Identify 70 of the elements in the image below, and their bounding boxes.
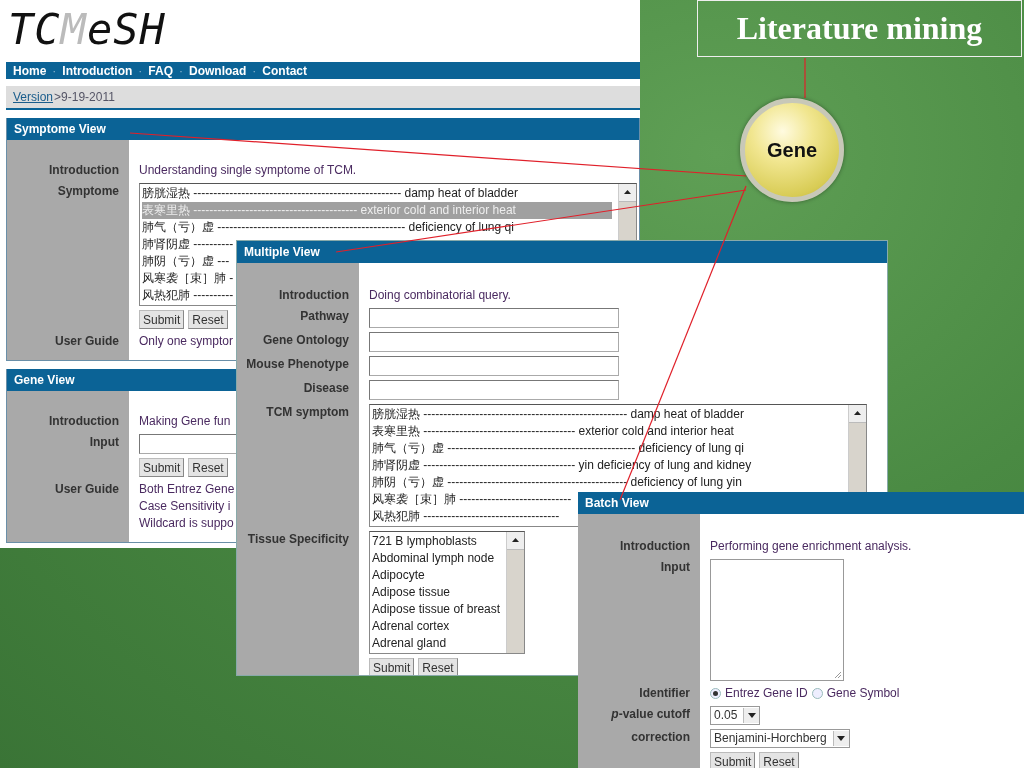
guide-text: Wildcard is suppo bbox=[139, 515, 234, 532]
form-label: User Guide bbox=[53, 333, 120, 350]
form-label: Introduction bbox=[48, 413, 120, 430]
list-option[interactable]: 风寒袭［束］肺 - bbox=[142, 270, 234, 287]
form-label: Symptome bbox=[56, 183, 120, 200]
form-label: Identifier bbox=[638, 685, 691, 702]
list-option[interactable]: Abdominal lymph node bbox=[372, 550, 495, 567]
list-option[interactable]: 肺肾阴虚 ---------- bbox=[142, 236, 234, 253]
form-button[interactable]: Reset bbox=[759, 752, 799, 768]
form-button[interactable]: Reset bbox=[188, 310, 228, 329]
list-option[interactable]: 肺阴（亏）虚 --------------------------------------------- deficiency of lung yin bbox=[372, 474, 742, 491]
list-option[interactable]: Adrenal cortex bbox=[372, 618, 450, 635]
radio-label: Gene Symbol bbox=[826, 685, 900, 702]
description-text: Understanding single symptome of TCM. bbox=[138, 162, 357, 179]
bubble-label: Gene bbox=[767, 138, 817, 162]
list-option[interactable]: 风热犯肺 ---------- bbox=[142, 287, 234, 304]
guide-text: Only one symptor bbox=[139, 333, 234, 350]
list-option[interactable]: 风热犯肺 ---------------------------------- bbox=[372, 508, 560, 525]
nav-separator: · bbox=[138, 63, 143, 78]
nav-separator: · bbox=[52, 63, 57, 78]
dropdown[interactable]: 0.05 bbox=[710, 706, 761, 725]
panel-header: Multiple View bbox=[237, 241, 887, 263]
form-label: User Guide bbox=[53, 481, 120, 498]
nav-separator: · bbox=[252, 63, 257, 78]
guide-text: Case Sensitivity i bbox=[139, 498, 231, 515]
form-label: Introduction bbox=[278, 287, 350, 304]
form-button[interactable]: Submit bbox=[139, 458, 185, 477]
logo: TCMeSH bbox=[8, 4, 166, 56]
nav-link[interactable]: Home bbox=[13, 63, 47, 78]
form-button[interactable]: Submit bbox=[369, 658, 415, 675]
list-option[interactable]: 表寒里热 -------------------------------------- exterior cold and interior heat bbox=[372, 423, 734, 440]
list-option[interactable]: Adipose tissue bbox=[372, 584, 451, 601]
list-option[interactable]: Adipocyte bbox=[372, 567, 425, 584]
version-text: >9-19-2011 bbox=[54, 90, 115, 104]
slide-title: Literature mining bbox=[697, 0, 1022, 57]
list-option[interactable]: Adipose tissue of breast bbox=[372, 601, 501, 618]
form-label: Tissue Specificity bbox=[246, 531, 350, 548]
form-label: Input bbox=[659, 559, 691, 576]
form-button[interactable]: Reset bbox=[188, 458, 228, 477]
form-button[interactable]: Submit bbox=[139, 310, 185, 329]
guide-text: Both Entrez Gene bbox=[139, 481, 235, 498]
description-text: Performing gene enrichment analysis. bbox=[709, 538, 912, 555]
panel-header: Batch View bbox=[578, 492, 1024, 514]
nav-separator: · bbox=[179, 63, 183, 78]
list-option[interactable]: 721 B lymphoblasts bbox=[372, 533, 477, 550]
nav-link[interactable]: Download bbox=[189, 63, 247, 78]
list-option[interactable]: Adrenal gland bbox=[372, 635, 447, 652]
form-label: Pathway bbox=[299, 308, 350, 325]
list-option[interactable]: 膀胱湿热 ---------------------------------------------------- damp heat of bladder bbox=[142, 185, 518, 202]
form-label: Input bbox=[88, 434, 120, 451]
radio-label: Entrez Gene ID bbox=[725, 685, 808, 702]
form-label: Introduction bbox=[48, 162, 120, 179]
form-label: Introduction bbox=[619, 538, 691, 555]
form-label: TCM symptom bbox=[265, 404, 350, 421]
list-box[interactable]: 721 B lymphoblasts Abdominal lymph node Adipocyte Adipose tissue Adipose tissue of breast Adrenal cortex Adrenal gland bbox=[369, 531, 526, 654]
form-label: p-value cutoff bbox=[610, 706, 691, 723]
list-option[interactable]: 肺阴（亏）虚 --- bbox=[142, 253, 230, 270]
form-button[interactable]: Submit bbox=[710, 752, 756, 768]
nav-link[interactable]: Introduction bbox=[62, 63, 133, 78]
version-link[interactable]: Version bbox=[13, 90, 54, 104]
form-label: Gene Ontology bbox=[262, 332, 350, 349]
list-option[interactable]: 风寒袭［束］肺 ---------------------------- bbox=[372, 491, 572, 508]
form-button[interactable]: Reset bbox=[418, 658, 458, 675]
form-label: correction bbox=[630, 729, 691, 746]
description-text: Making Gene fun bbox=[138, 413, 231, 430]
description-text: Doing combinatorial query. bbox=[368, 287, 511, 304]
panel-header: Symptome View bbox=[7, 118, 639, 140]
dropdown[interactable]: Benjamini-Horchberg bbox=[710, 729, 850, 748]
nav-link[interactable]: Contact bbox=[262, 63, 307, 78]
nav-link[interactable]: FAQ bbox=[148, 63, 173, 78]
